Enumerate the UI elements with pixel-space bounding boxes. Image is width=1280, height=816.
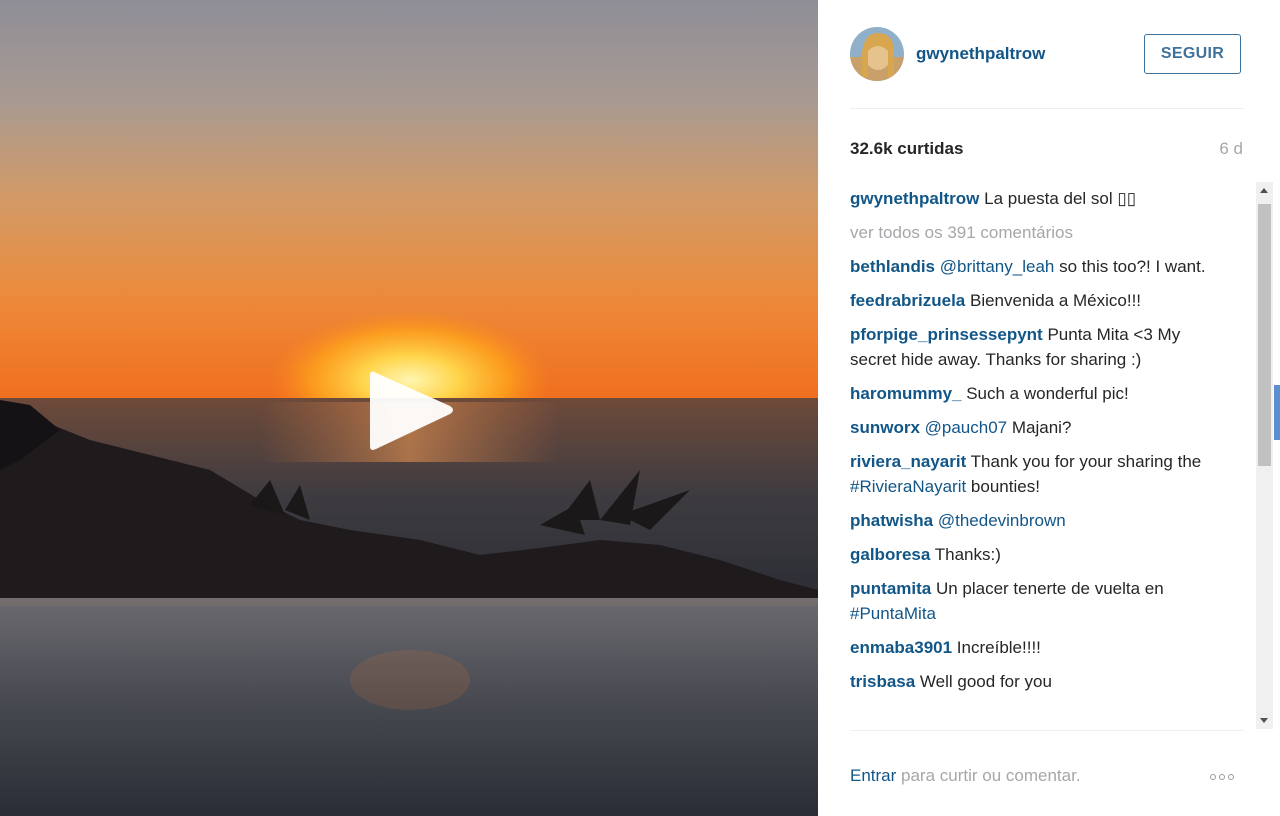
login-link[interactable]: Entrar: [850, 766, 896, 785]
comment-item: galboresa Thanks:): [850, 542, 1220, 567]
comment-author[interactable]: trisbasa: [850, 672, 915, 691]
comment-author[interactable]: haromummy_: [850, 384, 961, 403]
comment-author[interactable]: sunworx: [850, 418, 920, 437]
comment-author[interactable]: bethlandis: [850, 257, 935, 276]
comment-text: so this too?! I want.: [1054, 257, 1206, 276]
comment-author[interactable]: phatwisha: [850, 511, 933, 530]
comment-item: puntamita Un placer tenerte de vuelta en…: [850, 576, 1220, 626]
follow-button[interactable]: SEGUIR: [1144, 34, 1241, 74]
comment-author[interactable]: riviera_nayarit: [850, 452, 966, 471]
comment-mention-link[interactable]: @brittany_leah: [940, 257, 1055, 276]
comment-text: Thanks:): [930, 545, 1001, 564]
caption: gwynethpaltrow La puesta del sol ▯▯: [850, 186, 1220, 211]
comment-text: Bienvenida a México!!!: [965, 291, 1142, 310]
more-options-icon[interactable]: [1210, 768, 1244, 784]
comment-mention-link[interactable]: #PuntaMita: [850, 604, 936, 623]
post-details-panel: gwynethpaltrow SEGUIR 32.6k curtidas 6 d…: [818, 0, 1280, 816]
play-icon: [370, 371, 453, 450]
comment-item: riviera_nayarit Thank you for your shari…: [850, 449, 1220, 499]
comment-text: Such a wonderful pic!: [961, 384, 1129, 403]
comment-text: Well good for you: [915, 672, 1052, 691]
comments-scrollbar[interactable]: [1256, 182, 1273, 729]
comment-author[interactable]: feedrabrizuela: [850, 291, 965, 310]
dot-icon: [1219, 773, 1225, 780]
comment-item: sunworx @pauch07 Majani?: [850, 415, 1220, 440]
comment-item: feedrabrizuela Bienvenida a México!!!: [850, 288, 1220, 313]
username-link[interactable]: gwynethpaltrow: [916, 44, 1045, 64]
scroll-thumb[interactable]: [1258, 204, 1271, 466]
scroll-up-arrow-icon[interactable]: [1256, 182, 1273, 199]
view-all-comments-link[interactable]: ver todos os 391 comentários: [850, 220, 1220, 245]
comment-item: pforpige_prinsessepynt Punta Mita <3 My …: [850, 322, 1220, 372]
login-prompt: Entrar para curtir ou comentar.: [850, 766, 1081, 786]
comment-author[interactable]: galboresa: [850, 545, 930, 564]
play-button[interactable]: [360, 362, 460, 458]
dot-icon: [1228, 773, 1234, 780]
post-age[interactable]: 6 d: [1219, 139, 1243, 159]
comment-mention-link[interactable]: @thedevinbrown: [938, 511, 1066, 530]
window-edge-highlight: [1274, 385, 1280, 440]
comment-author[interactable]: enmaba3901: [850, 638, 952, 657]
login-prompt-text: para curtir ou comentar.: [896, 766, 1081, 785]
comment-item: enmaba3901 Increíble!!!!: [850, 635, 1220, 660]
comment-author[interactable]: puntamita: [850, 579, 931, 598]
likes-count: 32.6k curtidas: [850, 139, 964, 158]
avatar[interactable]: [850, 27, 904, 81]
comment-text: Increíble!!!!: [952, 638, 1041, 657]
comment-text: Majani?: [1007, 418, 1072, 437]
comment-item: phatwisha @thedevinbrown: [850, 508, 1220, 533]
header-divider: [850, 108, 1244, 109]
comment-item: bethlandis @brittany_leah so this too?! …: [850, 254, 1220, 279]
post-header: gwynethpaltrow SEGUIR: [850, 27, 1244, 83]
footer-divider: [850, 730, 1244, 731]
comment-item: trisbasa Well good for you: [850, 669, 1220, 694]
avatar-image: [850, 27, 904, 81]
comments-list[interactable]: gwynethpaltrow La puesta del sol ▯▯ ver …: [850, 186, 1220, 728]
comment-mention-link[interactable]: @pauch07: [925, 418, 1008, 437]
comment-mention-link[interactable]: #RivieraNayarit: [850, 477, 966, 496]
caption-author[interactable]: gwynethpaltrow: [850, 189, 979, 208]
comment-text: bounties!: [966, 477, 1040, 496]
scroll-down-arrow-icon[interactable]: [1256, 712, 1273, 729]
caption-text: La puesta del sol ▯▯: [979, 189, 1137, 208]
comment-item: haromummy_ Such a wonderful pic!: [850, 381, 1220, 406]
comment-author[interactable]: pforpige_prinsessepynt: [850, 325, 1043, 344]
comment-text: Thank you for your sharing the: [966, 452, 1202, 471]
comment-text: Un placer tenerte de vuelta en: [931, 579, 1164, 598]
post-media[interactable]: [0, 0, 818, 816]
dot-icon: [1210, 773, 1216, 780]
